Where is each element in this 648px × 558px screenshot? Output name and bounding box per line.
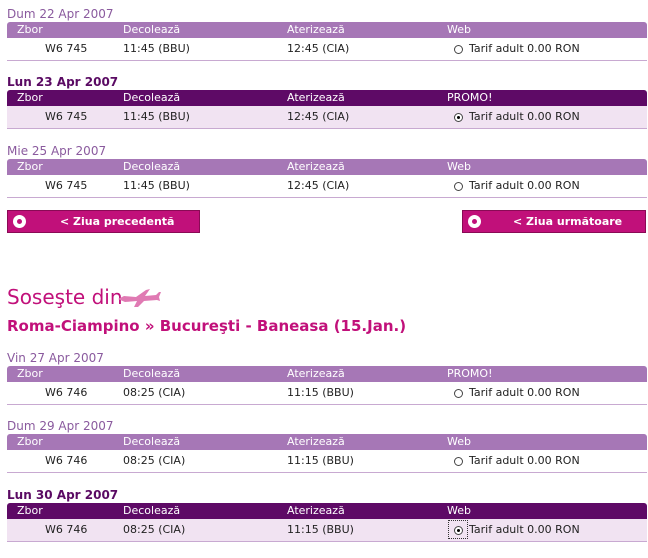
col-web: Web <box>447 160 471 173</box>
col-decoleaza: Decolează <box>123 435 181 448</box>
arrival-time: 11:15 (BBU) <box>287 454 354 467</box>
fare-label: Tarif adult 0.00 RON <box>469 110 580 123</box>
day-block: Dum 29 Apr 2007 Zbor Decolează Aterizeaz… <box>7 419 647 473</box>
previous-day-label: < Ziua precedentă <box>60 215 175 228</box>
flight-row[interactable]: W6 746 08:25 (CIA) 11:15 (BBU) Tarif adu… <box>7 382 647 405</box>
fare-label: Tarif adult 0.00 RON <box>469 523 580 536</box>
day-block: Dum 22 Apr 2007 Zbor Decolează Aterizeaz… <box>7 7 647 61</box>
day-block: Mie 25 Apr 2007 Zbor Decolează Aterizeaz… <box>7 144 647 198</box>
flight-number: W6 746 <box>45 454 88 467</box>
col-decoleaza: Decolează <box>123 367 181 380</box>
next-day-label: < Ziua următoare <box>513 215 623 228</box>
col-zbor: Zbor <box>17 504 43 517</box>
col-aterizeaza: Aterizează <box>287 504 345 517</box>
fare-radio[interactable] <box>454 45 463 54</box>
route-title: Roma-Ciampino » Bucureşti - Baneasa (15.… <box>7 317 407 335</box>
col-aterizeaza: Aterizează <box>287 23 345 36</box>
col-decoleaza: Decolează <box>123 91 181 104</box>
col-zbor: Zbor <box>17 435 43 448</box>
col-aterizeaza: Aterizează <box>287 160 345 173</box>
col-zbor: Zbor <box>17 91 43 104</box>
table-header: Zbor Decolează Aterizează Web <box>7 159 647 175</box>
fare-radio[interactable] <box>454 113 463 122</box>
day-block: Lun 30 Apr 2007 Zbor Decolează Aterizeaz… <box>7 488 647 542</box>
fare-radio[interactable] <box>454 457 463 466</box>
fare-label: Tarif adult 0.00 RON <box>469 454 580 467</box>
day-block: Vin 27 Apr 2007 Zbor Decolează Aterizeaz… <box>7 351 647 405</box>
flight-row[interactable]: W6 745 11:45 (BBU) 12:45 (CIA) Tarif adu… <box>7 106 647 129</box>
flight-row[interactable]: W6 745 11:45 (BBU) 12:45 (CIA) Tarif adu… <box>7 38 647 61</box>
col-decoleaza: Decolează <box>123 504 181 517</box>
day-date: Vin 27 Apr 2007 <box>7 351 104 365</box>
day-date: Dum 22 Apr 2007 <box>7 7 114 21</box>
radio-circle-icon <box>468 215 481 228</box>
col-web: Web <box>447 23 471 36</box>
table-header: Zbor Decolează Aterizează Web <box>7 22 647 38</box>
col-promo: PROMO! <box>447 91 493 104</box>
flight-number: W6 745 <box>45 110 88 123</box>
fare-radio[interactable] <box>454 182 463 191</box>
return-section-title: Soseşte din <box>7 285 123 309</box>
day-date: Mie 25 Apr 2007 <box>7 144 107 158</box>
arrival-time: 12:45 (CIA) <box>287 110 350 123</box>
arrival-time: 12:45 (CIA) <box>287 42 350 55</box>
arrival-time: 11:15 (BBU) <box>287 523 354 536</box>
day-date: Lun 23 Apr 2007 <box>7 75 119 89</box>
radio-circle-icon <box>13 215 26 228</box>
table-header: Zbor Decolează Aterizează PROMO! <box>7 90 647 106</box>
fare-radio[interactable] <box>454 389 463 398</box>
fare-label: Tarif adult 0.00 RON <box>469 42 580 55</box>
flight-number: W6 746 <box>45 523 88 536</box>
col-aterizeaza: Aterizează <box>287 367 345 380</box>
flight-row[interactable]: W6 746 08:25 (CIA) 11:15 (BBU) Tarif adu… <box>7 519 647 542</box>
arrival-time: 12:45 (CIA) <box>287 179 350 192</box>
day-block: Lun 23 Apr 2007 Zbor Decolează Aterizeaz… <box>7 75 647 129</box>
col-web: Web <box>447 504 471 517</box>
table-header: Zbor Decolează Aterizează PROMO! <box>7 366 647 382</box>
flight-row[interactable]: W6 746 08:25 (CIA) 11:15 (BBU) Tarif adu… <box>7 450 647 473</box>
col-web: Web <box>447 435 471 448</box>
arrival-time: 11:15 (BBU) <box>287 386 354 399</box>
flight-row[interactable]: W6 745 11:45 (BBU) 12:45 (CIA) Tarif adu… <box>7 175 647 198</box>
departure-time: 11:45 (BBU) <box>123 110 190 123</box>
flight-number: W6 745 <box>45 179 88 192</box>
fare-label: Tarif adult 0.00 RON <box>469 386 580 399</box>
col-decoleaza: Decolează <box>123 23 181 36</box>
flight-number: W6 745 <box>45 42 88 55</box>
departure-time: 08:25 (CIA) <box>123 454 186 467</box>
departure-time: 11:45 (BBU) <box>123 179 190 192</box>
departure-time: 08:25 (CIA) <box>123 386 186 399</box>
col-zbor: Zbor <box>17 160 43 173</box>
flight-number: W6 746 <box>45 386 88 399</box>
fare-label: Tarif adult 0.00 RON <box>469 179 580 192</box>
next-day-button[interactable]: < Ziua următoare <box>462 210 646 233</box>
col-decoleaza: Decolează <box>123 160 181 173</box>
table-header: Zbor Decolează Aterizează Web <box>7 434 647 450</box>
col-zbor: Zbor <box>17 367 43 380</box>
departure-time: 11:45 (BBU) <box>123 42 190 55</box>
previous-day-button[interactable]: < Ziua precedentă <box>7 210 200 233</box>
col-aterizeaza: Aterizează <box>287 435 345 448</box>
day-date: Lun 30 Apr 2007 <box>7 488 119 502</box>
col-aterizeaza: Aterizează <box>287 91 345 104</box>
departure-time: 08:25 (CIA) <box>123 523 186 536</box>
col-zbor: Zbor <box>17 23 43 36</box>
col-promo: PROMO! <box>447 367 493 380</box>
day-date: Dum 29 Apr 2007 <box>7 419 114 433</box>
table-header: Zbor Decolează Aterizează Web <box>7 503 647 519</box>
airplane-icon <box>118 289 161 307</box>
fare-radio[interactable] <box>454 526 463 535</box>
